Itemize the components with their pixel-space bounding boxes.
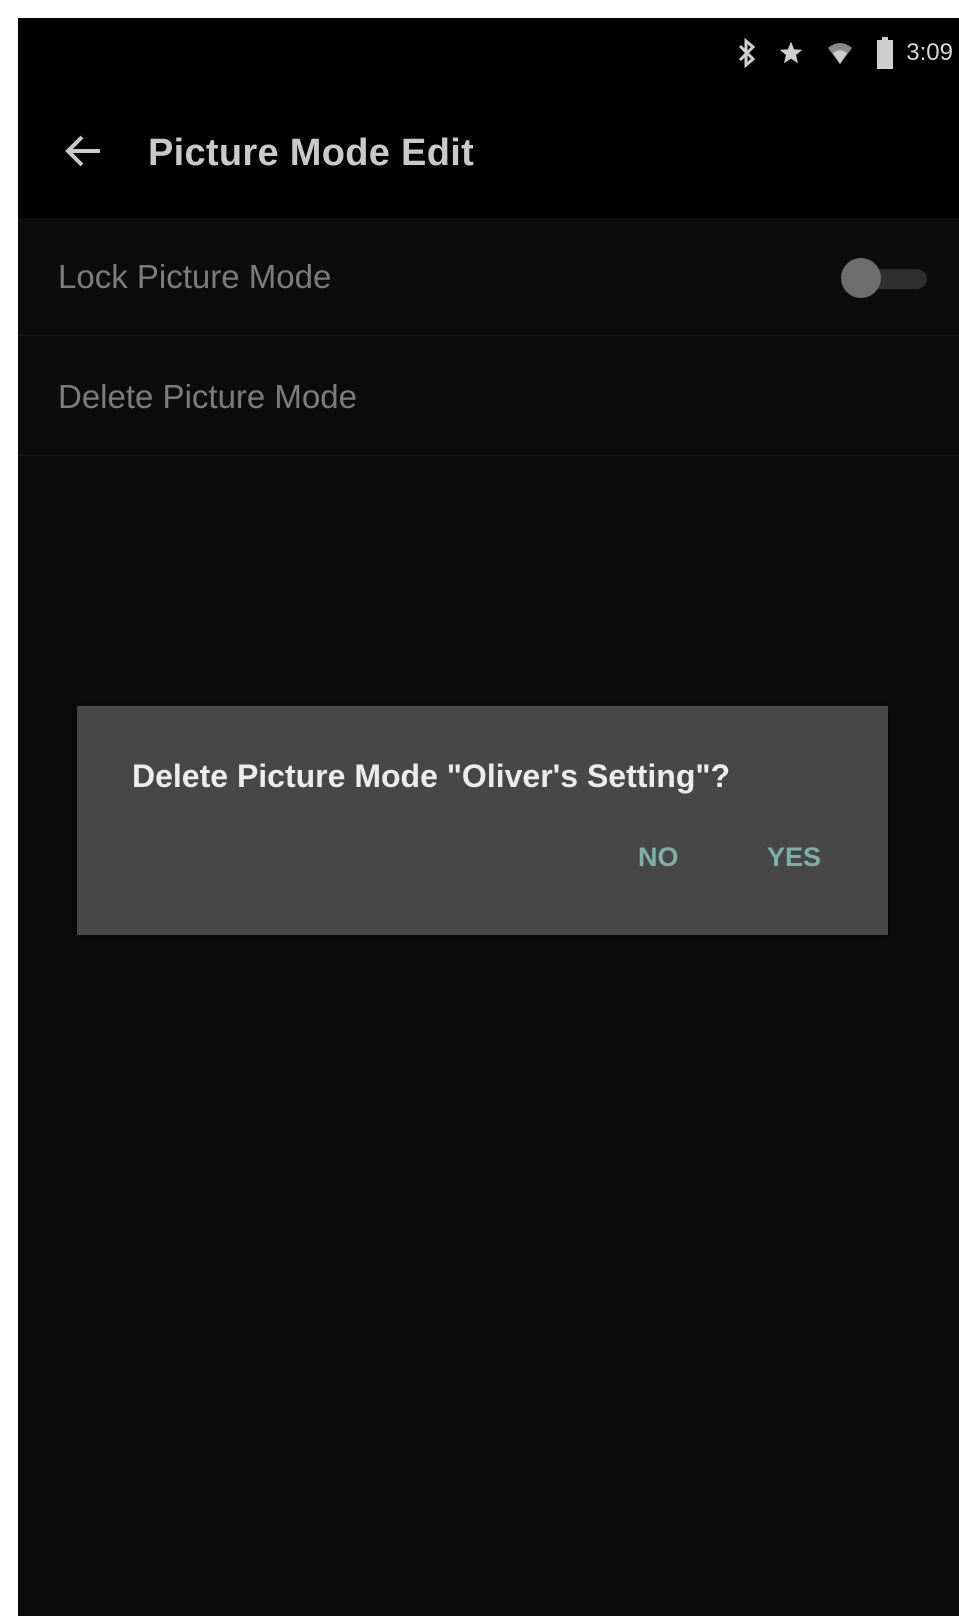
delete-picture-mode-label: Delete Picture Mode bbox=[58, 377, 357, 415]
app-screen: 3:09 Picture Mode Edit Lock Picture Mode… bbox=[18, 18, 959, 1616]
no-button[interactable]: NO bbox=[638, 842, 679, 873]
status-bar: 3:09 bbox=[18, 18, 959, 88]
page-title: Picture Mode Edit bbox=[148, 131, 475, 174]
lock-picture-mode-row[interactable]: Lock Picture Mode bbox=[18, 218, 959, 336]
wifi-icon bbox=[826, 40, 854, 66]
battery-icon bbox=[876, 37, 894, 69]
back-arrow-icon bbox=[64, 134, 104, 173]
dialog-message: Delete Picture Mode "Oliver's Setting"? bbox=[132, 758, 731, 794]
toggle-thumb bbox=[841, 258, 881, 298]
delete-picture-mode-row[interactable]: Delete Picture Mode bbox=[18, 338, 959, 456]
yes-button[interactable]: YES bbox=[767, 842, 821, 873]
lock-picture-mode-toggle[interactable] bbox=[841, 258, 931, 298]
lock-picture-mode-label: Lock Picture Mode bbox=[58, 257, 332, 295]
confirm-delete-dialog: Delete Picture Mode "Oliver's Setting"? … bbox=[77, 706, 888, 935]
status-time: 3:09 bbox=[906, 39, 953, 66]
app-bar: Picture Mode Edit bbox=[18, 88, 959, 218]
star-icon bbox=[778, 40, 804, 66]
back-button[interactable] bbox=[54, 123, 114, 183]
bluetooth-icon bbox=[738, 38, 756, 68]
